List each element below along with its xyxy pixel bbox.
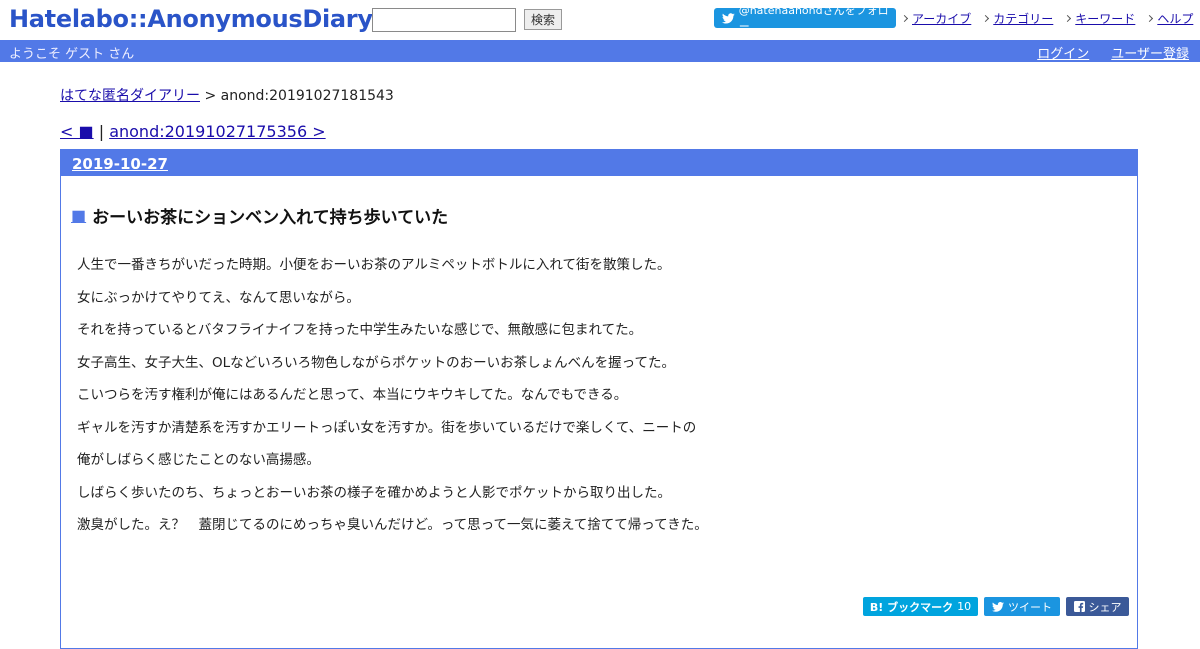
- entry-paragraph: しばらく歩いたのち、ちょっとおーいお茶の様子を確かめようと人影でポケットから取り…: [77, 485, 671, 501]
- hatena-bookmark-count: 10: [957, 600, 972, 613]
- login-link[interactable]: ログイン: [1037, 43, 1089, 62]
- hatena-bookmark-label: B! ブックマーク: [869, 600, 954, 614]
- nav-help[interactable]: ヘルプ: [1147, 10, 1193, 27]
- nav-help-link[interactable]: ヘルプ: [1157, 10, 1193, 27]
- entry-paragraph: こいつらを汚す権利が俺にはあるんだと思って、本当にウキウキしてた。なんでもできる…: [77, 387, 628, 403]
- facebook-share-button[interactable]: シェア: [1066, 597, 1129, 616]
- nav-archive[interactable]: アーカイブ: [902, 10, 971, 27]
- entry-title: ■ おーいお茶にションベン入れて持ち歩いていた: [71, 203, 448, 228]
- search-input[interactable]: [372, 8, 516, 32]
- pager-separator: |: [98, 122, 105, 141]
- next-entry-link[interactable]: anond:20191027175356 >: [109, 122, 325, 141]
- breadcrumb-home-link[interactable]: はてな匿名ダイアリー: [60, 88, 200, 104]
- nav-keyword-link[interactable]: キーワード: [1075, 10, 1135, 27]
- chevron-right-icon: [983, 13, 991, 25]
- entry-paragraph: 女にぶっかけてやりてえ、なんて思いながら。: [77, 290, 360, 306]
- entry-paragraph: それを持っているとバタフライナイフを持った中学生みたいな感じで、無敵感に包まれて…: [77, 322, 643, 338]
- prev-entry-link[interactable]: < ■: [60, 122, 94, 141]
- site-logo[interactable]: Hatelabo::AnonymousDiary: [9, 5, 373, 33]
- entry-paragraph: 俺がしばらく感じたことのない高揚感。: [77, 452, 320, 468]
- nav-keyword[interactable]: キーワード: [1065, 10, 1135, 27]
- tweet-button[interactable]: ツイート: [984, 597, 1060, 616]
- permalink-square[interactable]: ■: [71, 206, 86, 225]
- facebook-share-label: シェア: [1088, 600, 1122, 614]
- facebook-icon: [1073, 601, 1085, 612]
- twitter-bird-icon: [722, 12, 735, 24]
- tweet-label: ツイート: [1008, 600, 1052, 614]
- entry-box: 2019-10-27 ■ おーいお茶にションベン入れて持ち歩いていた 人生で一番…: [60, 149, 1138, 649]
- entry-paragraph: 人生で一番きちがいだった時期。小便をおーいお茶のアルミペットボトルに入れて街を散…: [77, 257, 671, 273]
- entry-pager: < ■ | anond:20191027175356 >: [60, 122, 326, 141]
- twitter-bird-icon: [992, 601, 1004, 612]
- follow-label: @hatenaanondさんをフォロー: [738, 4, 889, 33]
- welcome-text: ようこそ ゲスト さん: [9, 47, 135, 62]
- entry-title-text: おーいお茶にションベン入れて持ち歩いていた: [92, 208, 449, 228]
- twitter-follow-button[interactable]: @hatenaanondさんをフォロー: [714, 4, 896, 33]
- breadcrumb-separator: >: [204, 88, 217, 104]
- nav-category[interactable]: カテゴリー: [983, 10, 1053, 27]
- entry-date-bar: 2019-10-27: [61, 150, 1137, 176]
- nav-category-link[interactable]: カテゴリー: [993, 10, 1053, 27]
- search-button[interactable]: 検索: [524, 9, 562, 30]
- welcome-bar: ようこそ ゲスト さん ログイン ユーザー登録: [0, 40, 1200, 62]
- chevron-right-icon: [1147, 13, 1155, 25]
- chevron-right-icon: [1065, 13, 1073, 25]
- entry-paragraph: 女子高生、女子大生、OLなどいろいろ物色しながらポケットのおーいお茶しょんべんを…: [77, 355, 675, 371]
- entry-date-link[interactable]: 2019-10-27: [72, 155, 168, 173]
- register-link[interactable]: ユーザー登録: [1111, 43, 1189, 62]
- entry-paragraph: 激臭がした。え？ 蓋閉じてるのにめっちゃ臭いんだけど。って思って一気に萎えて捨て…: [77, 517, 708, 533]
- top-nav: アーカイブ カテゴリー キーワード ヘルプ: [902, 10, 1193, 27]
- entry-paragraph: ギャルを汚すか清楚系を汚すかエリートっぽい女を汚すか。街を歩いているだけで楽しく…: [77, 420, 697, 436]
- breadcrumb-current: anond:20191027181543: [220, 88, 394, 104]
- account-links: ログイン ユーザー登録: [1037, 43, 1189, 62]
- breadcrumb: はてな匿名ダイアリー > anond:20191027181543: [60, 85, 394, 105]
- nav-archive-link[interactable]: アーカイブ: [912, 10, 971, 27]
- hatena-bookmark-button[interactable]: B! ブックマーク 10: [863, 597, 978, 616]
- chevron-right-icon: [902, 13, 910, 25]
- header: Hatelabo::AnonymousDiary 検索 @hatenaanond…: [0, 0, 1200, 40]
